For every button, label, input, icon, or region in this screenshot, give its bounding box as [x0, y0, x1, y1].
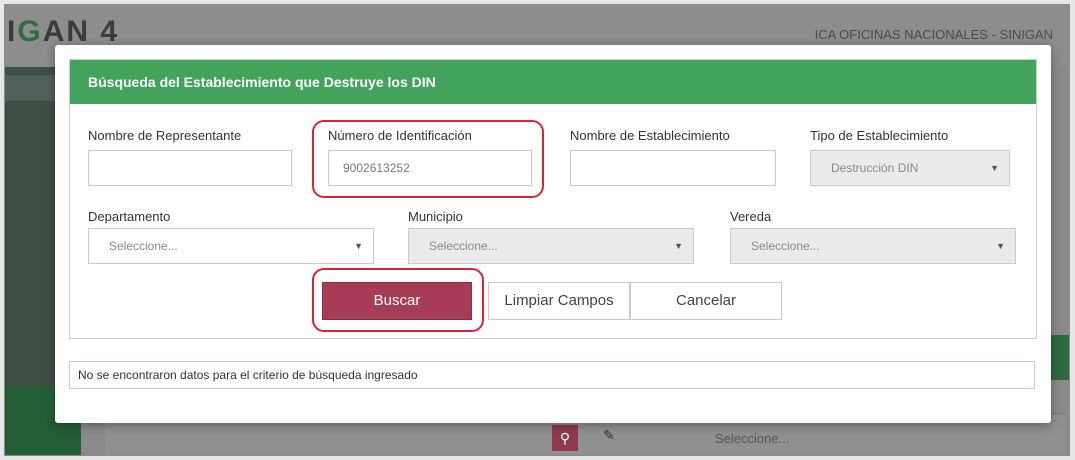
tipo-label: Tipo de Establecimiento	[810, 128, 949, 143]
content-green-bar	[1049, 335, 1069, 380]
representante-label: Nombre de Representante	[88, 128, 242, 143]
municipio-select-value: Seleccione...	[429, 239, 498, 253]
modal-title-bar: Búsqueda del Establecimiento que Destruy…	[70, 60, 1036, 104]
vereda-select[interactable]: Seleccione... ▼	[730, 228, 1016, 264]
screenshot-frame: IGAN 4 ICA OFICINAS NACIONALES - SINIGAN…	[4, 4, 1070, 456]
limpiar-campos-button[interactable]: Limpiar Campos	[488, 282, 630, 320]
departamento-label: Departamento	[88, 209, 171, 224]
vereda-label: Vereda	[730, 209, 772, 224]
eraser-icon[interactable]: ✎	[603, 427, 615, 444]
dropdown-caret-icon: ▼	[354, 241, 363, 251]
background-select[interactable]: Seleccione...	[715, 431, 789, 446]
organization-label: ICA OFICINAS NACIONALES - SINIGAN	[814, 27, 1053, 42]
tipo-select[interactable]: Destrucción DIN ▼	[810, 150, 1010, 186]
app-logo: IGAN 4	[7, 15, 120, 48]
search-icon[interactable]: ⚲	[552, 425, 578, 451]
search-modal: Búsqueda del Establecimiento que Destruy…	[55, 45, 1051, 423]
modal-title: Búsqueda del Establecimiento que Destruy…	[88, 74, 436, 90]
representante-input[interactable]	[88, 150, 292, 186]
municipio-label: Municipio	[408, 209, 463, 224]
search-panel: Búsqueda del Establecimiento que Destruy…	[69, 59, 1037, 339]
departamento-select[interactable]: Seleccione... ▼	[88, 228, 374, 264]
buscar-highlight-box	[312, 268, 484, 332]
no-results-message: No se encontraron datos para el criterio…	[69, 361, 1035, 389]
identificacion-highlight-box	[312, 120, 544, 198]
municipio-select[interactable]: Seleccione... ▼	[408, 228, 694, 264]
tipo-select-value: Destrucción DIN	[831, 161, 919, 175]
establecimiento-input[interactable]	[570, 150, 776, 186]
vereda-select-value: Seleccione...	[751, 239, 820, 253]
cancelar-button[interactable]: Cancelar	[630, 282, 782, 320]
dropdown-caret-icon: ▼	[990, 163, 999, 173]
dropdown-caret-icon: ▼	[996, 241, 1005, 251]
dropdown-caret-icon: ▼	[674, 241, 683, 251]
establecimiento-label: Nombre de Establecimiento	[570, 128, 730, 143]
departamento-select-value: Seleccione...	[109, 239, 178, 253]
